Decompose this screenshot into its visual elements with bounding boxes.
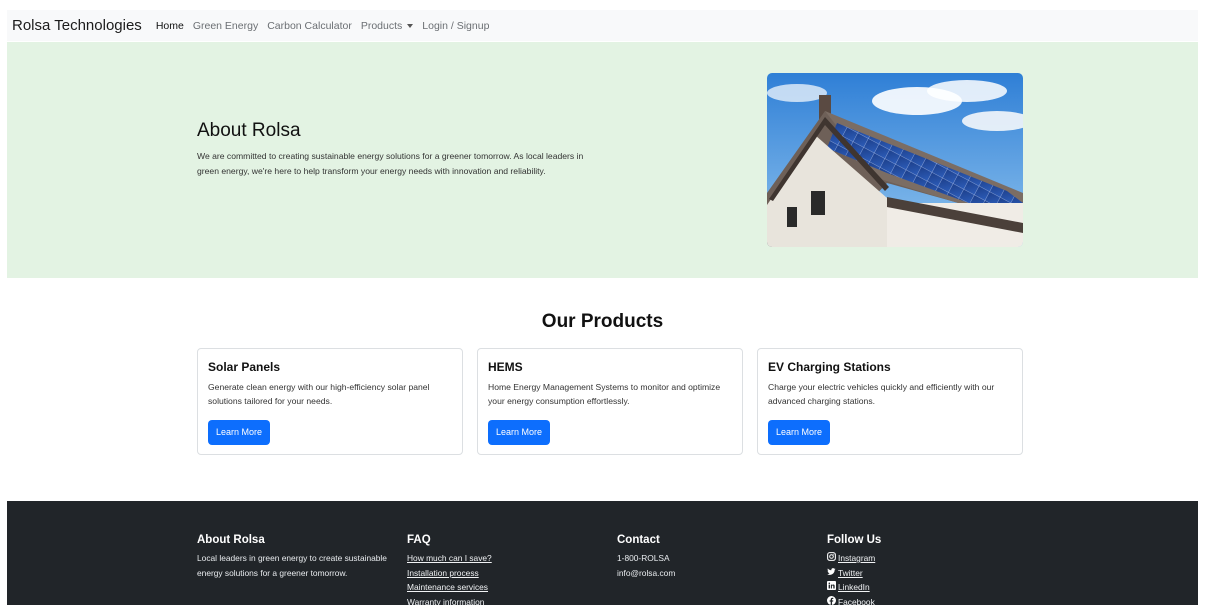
contact-email: info@rolsa.com bbox=[617, 567, 676, 578]
product-card-hems: HEMS Home Energy Management Systems to m… bbox=[477, 348, 743, 455]
faq-link-installation[interactable]: Installation process bbox=[407, 568, 479, 578]
linkedin-label: LinkedIn bbox=[838, 582, 870, 592]
instagram-label: Instagram bbox=[838, 553, 876, 563]
twitter-icon bbox=[827, 567, 836, 575]
footer-faq-title: FAQ bbox=[407, 534, 431, 546]
footer-about-title: About Rolsa bbox=[197, 534, 265, 546]
hero-title: About Rolsa bbox=[197, 120, 301, 141]
hero-text: We are committed to creating sustainable… bbox=[197, 151, 584, 176]
facebook-link[interactable]: Facebook bbox=[827, 595, 875, 605]
card-title: Solar Panels bbox=[208, 360, 281, 374]
house-solar-panels-image bbox=[767, 73, 1023, 247]
nav-home[interactable]: Home bbox=[156, 20, 184, 32]
learn-more-button[interactable]: Learn More bbox=[768, 420, 831, 445]
facebook-icon bbox=[827, 595, 836, 605]
card-title: EV Charging Stations bbox=[768, 360, 891, 374]
footer: About Rolsa Local leaders in green energ… bbox=[7, 501, 1198, 605]
nav-products-dropdown[interactable]: Products bbox=[360, 19, 414, 32]
contact-phone: 1-800-ROLSA bbox=[617, 553, 670, 563]
twitter-label: Twitter bbox=[838, 567, 863, 578]
card-text: Home Energy Management Systems to monito… bbox=[488, 382, 721, 406]
nav-green-energy[interactable]: Green Energy bbox=[193, 20, 258, 32]
footer-about: About Rolsa Local leaders in green energ… bbox=[197, 534, 387, 580]
footer-follow: Follow Us Instagram Twitter LinkedIn Fac… bbox=[827, 534, 881, 605]
footer-faq: FAQ How much can I save? Installation pr… bbox=[407, 534, 492, 605]
instagram-link[interactable]: Instagram bbox=[827, 551, 875, 566]
linkedin-link[interactable]: LinkedIn bbox=[827, 580, 870, 595]
product-card-ev: EV Charging Stations Charge your electri… bbox=[757, 348, 1023, 455]
footer-contact: Contact 1-800-ROLSA info@rolsa.com bbox=[617, 534, 817, 580]
faq-link-warranty[interactable]: Warranty information bbox=[407, 597, 484, 605]
twitter-link[interactable]: Twitter bbox=[827, 566, 863, 581]
card-title: HEMS bbox=[488, 360, 523, 374]
faq-link-maintenance[interactable]: Maintenance services bbox=[407, 582, 488, 592]
facebook-label: Facebook bbox=[838, 596, 875, 605]
nav-carbon-calculator[interactable]: Carbon Calculator bbox=[267, 20, 352, 32]
faq-link-savings[interactable]: How much can I save? bbox=[407, 553, 492, 563]
instagram-icon bbox=[827, 552, 836, 561]
card-text: Generate clean energy with our high-effi… bbox=[208, 382, 430, 406]
caret-down-icon bbox=[407, 23, 414, 28]
nav-login-signup[interactable]: Login / Signup bbox=[422, 20, 489, 32]
learn-more-button[interactable]: Learn More bbox=[488, 420, 551, 445]
brand-link[interactable]: Rolsa Technologies bbox=[12, 17, 142, 34]
learn-more-button[interactable]: Learn More bbox=[208, 420, 271, 445]
hero-section: About Rolsa We are committed to creating… bbox=[7, 42, 1198, 278]
card-text: Charge your electric vehicles quickly an… bbox=[768, 382, 995, 406]
nav-products-label: Products bbox=[360, 19, 403, 32]
footer-about-text: Local leaders in green energy to create … bbox=[197, 553, 387, 578]
product-card-solar: Solar Panels Generate clean energy with … bbox=[197, 348, 463, 455]
products-title: Our Products bbox=[541, 311, 664, 332]
footer-follow-title: Follow Us bbox=[827, 534, 882, 546]
linkedin-icon bbox=[827, 581, 836, 590]
navbar: Rolsa Technologies Home Green Energy Car… bbox=[7, 10, 1198, 41]
footer-contact-title: Contact bbox=[617, 534, 660, 546]
